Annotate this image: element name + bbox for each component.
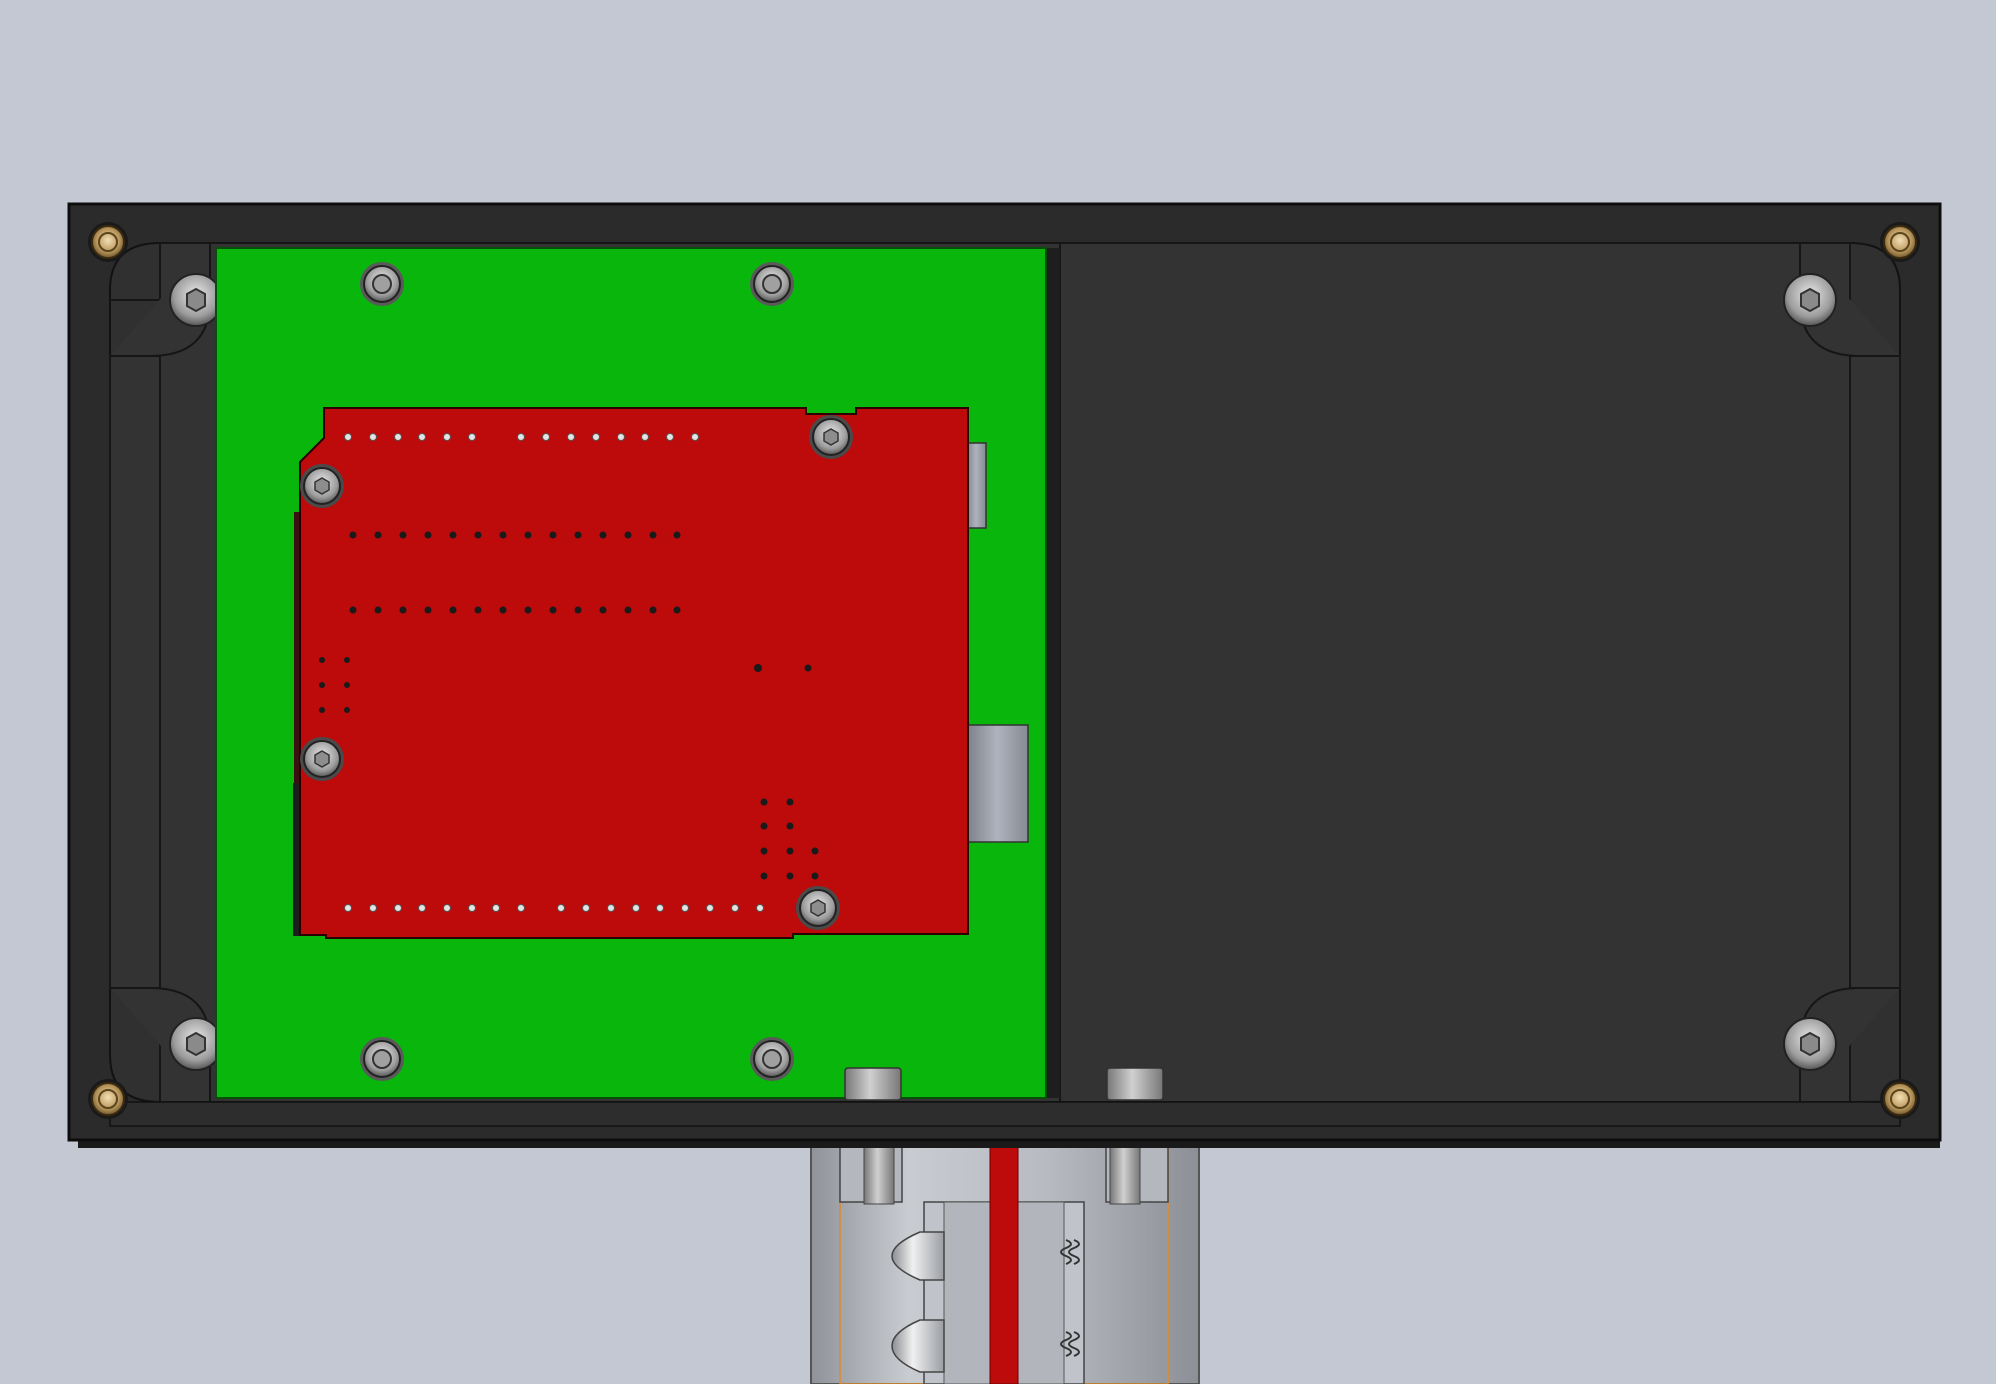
carrier-pcb-edge (1046, 248, 1060, 1098)
arduino-board[interactable] (293, 407, 1029, 939)
insert-icon (88, 1079, 128, 1119)
screw-icon (169, 1017, 223, 1071)
standoff-left (844, 1067, 902, 1101)
red-strap (989, 1139, 1019, 1384)
arduino-pcb-body (299, 407, 969, 939)
assembly-scene[interactable] (0, 0, 1996, 1384)
insert-icon (1880, 1079, 1920, 1119)
screw-icon (360, 1037, 404, 1081)
mounting-bracket[interactable] (810, 1137, 1200, 1384)
cad-viewport[interactable] (0, 0, 1996, 1384)
insert-icon (1880, 222, 1920, 262)
screw-icon (796, 886, 840, 930)
enclosure-lip-bottom (109, 1101, 1901, 1127)
standoff-right (1106, 1067, 1164, 1101)
clamp-post-right (1109, 1139, 1141, 1205)
screw-icon (300, 737, 344, 781)
screw-icon (169, 273, 223, 327)
dc-power-jack[interactable] (965, 724, 1029, 843)
header-bottom-right (557, 904, 764, 912)
insert-icon (88, 222, 128, 262)
screw-icon (750, 262, 794, 306)
screw-icon (1783, 273, 1837, 327)
screw-icon (809, 415, 853, 459)
screw-icon (750, 1037, 794, 1081)
screw-icon (1783, 1017, 1837, 1071)
clamp-post-left (863, 1139, 895, 1205)
screw-icon (300, 464, 344, 508)
screw-icon (360, 262, 404, 306)
